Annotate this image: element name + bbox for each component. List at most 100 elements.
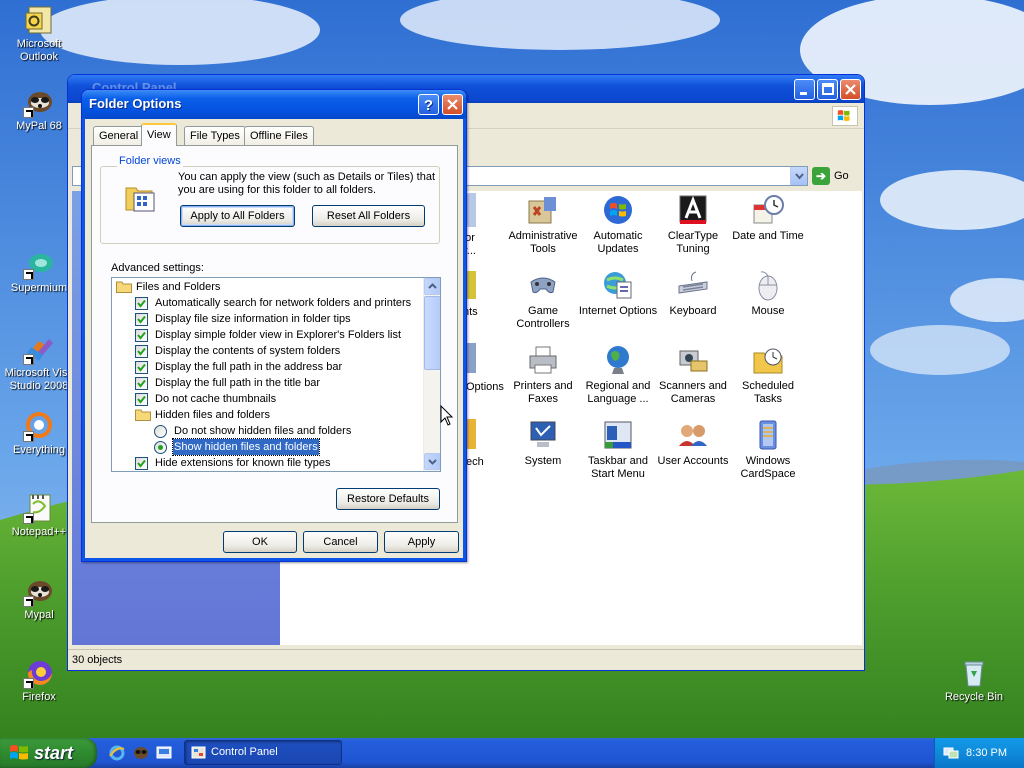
show-desktop-icon[interactable] [155,744,173,762]
tree-row-files-and-folders: Files and Folders [112,279,424,295]
status-bar: 30 objects [68,649,864,670]
taskbar-button-control-panel[interactable]: Control Panel [184,740,342,765]
close-button[interactable] [442,94,463,115]
close-button[interactable] [840,79,861,100]
radio-selected[interactable] [154,441,167,454]
restore-defaults-button[interactable]: Restore Defaults [336,488,440,510]
checkbox-checked[interactable] [135,329,148,342]
partial-item-label: Options [466,381,504,393]
game-controllers-icon [526,268,560,302]
apply-button[interactable]: Apply [384,531,459,553]
tree-row-radio[interactable]: Do not show hidden files and folders [112,423,424,439]
cp-item-scanners-and-cameras[interactable]: Scanners and Cameras [653,343,733,406]
clock[interactable]: 8:30 PM [966,747,1007,759]
desktop-icon-visual-studio-2008[interactable]: Microsoft Visu Studio 2008 [1,333,77,393]
tree-row-radio[interactable]: Show hidden files and folders [112,438,424,456]
maximize-button[interactable] [817,79,838,100]
tree-row-checkbox[interactable]: Automatically search for network folders… [112,295,424,311]
go-button[interactable]: ➔ Go [812,166,860,186]
checkbox-checked[interactable] [135,313,148,326]
scroll-down-button[interactable] [424,453,440,470]
checkbox-checked[interactable] [135,457,148,470]
cp-item-taskbar-and-start-menu[interactable]: Taskbar and Start Menu [578,418,658,481]
cp-item-cleartype-tuning[interactable]: ClearType Tuning [653,193,733,256]
desktop-icon-firefox[interactable]: Firefox [1,657,77,704]
recycle-bin-icon [958,657,990,689]
shortcut-arrow-icon [23,354,34,365]
tree-row-checkbox[interactable]: Hide extensions for known file types [112,455,424,471]
checkbox-checked[interactable] [135,361,148,374]
tree-row-hidden-files-folder: Hidden files and folders [112,407,424,423]
tab-general[interactable]: General [93,126,145,145]
cp-item-automatic-updates[interactable]: Automatic Updates [578,193,658,256]
folder-icon [135,409,151,421]
tree-row-checkbox[interactable]: Display simple folder view in Explorer's… [112,327,424,343]
cancel-button[interactable]: Cancel [303,531,378,553]
checkbox-checked[interactable] [135,393,148,406]
tree-row-checkbox[interactable]: Display the full path in the title bar [112,375,424,391]
cp-item-user-accounts[interactable]: User Accounts [653,418,733,468]
cp-item-keyboard[interactable]: Keyboard [653,268,733,318]
ok-button[interactable]: OK [223,531,297,553]
desktop-icon-label: Microsoft Visu Studio 2008 [4,367,74,392]
cp-item-windows-cardspace[interactable]: Windows CardSpace [728,418,808,481]
windows-flag-icon [10,745,28,760]
tree-row-checkbox[interactable]: Do not cache thumbnails [112,391,424,407]
desktop-icon-recycle-bin[interactable]: Recycle Bin [936,657,1012,704]
folder-views-description: You can apply the view (such as Details … [178,171,436,196]
go-label: Go [834,170,849,182]
tree-row-checkbox[interactable]: Display the contents of system folders [112,343,424,359]
help-button[interactable]: ? [418,94,439,115]
address-dropdown-button[interactable] [790,167,807,185]
cp-item-regional-and-language[interactable]: Regional and Language ... [578,343,658,406]
radio-unselected[interactable] [154,425,167,438]
cp-item-printers-and-faxes[interactable]: Printers and Faxes [503,343,583,406]
desktop-icon-everything[interactable]: Everything [1,410,77,457]
cp-item-administrative-tools[interactable]: Administrative Tools [503,193,583,256]
tab-view[interactable]: View [141,123,177,146]
checkbox-checked[interactable] [135,377,148,390]
mouse-icon [751,268,785,302]
desktop-icon-supermium[interactable]: Supermium [1,248,77,295]
scroll-up-button[interactable] [424,278,440,295]
cp-item-mouse[interactable]: Mouse [728,268,808,318]
cp-item-label: System [524,455,562,467]
shortcut-arrow-icon [23,513,34,524]
mypal-icon [23,86,55,118]
tree-row-checkbox[interactable]: Display the full path in the address bar [112,359,424,375]
mypal-icon [23,575,55,607]
desktop-icon-mypal[interactable]: Mypal [1,575,77,622]
supermium-icon [23,248,55,280]
cp-item-internet-options[interactable]: Internet Options [578,268,658,318]
reset-all-folders-button[interactable]: Reset All Folders [312,205,425,227]
cp-item-system[interactable]: System [503,418,583,468]
scheduled-tasks-icon [751,343,785,377]
network-tray-icon[interactable] [943,746,959,760]
tab-offline-files[interactable]: Offline Files [244,126,314,145]
advanced-settings-tree[interactable]: Files and Folders Automatically search f… [111,277,441,472]
cp-item-scheduled-tasks[interactable]: Scheduled Tasks [728,343,808,406]
dialog-titlebar[interactable]: Folder Options ? [82,90,466,119]
mypal-quicklaunch-icon[interactable] [132,744,150,762]
tree-row-checkbox[interactable]: Display file size information in folder … [112,311,424,327]
notepadpp-icon [23,492,55,524]
minimize-button[interactable] [794,79,815,100]
cardspace-icon [751,418,785,452]
tab-file-types[interactable]: File Types [184,126,246,145]
desktop-icon-label: MyPal 68 [16,120,62,132]
desktop-icon-notepadpp[interactable]: Notepad++ [1,492,77,539]
checkbox-checked[interactable] [135,345,148,358]
scanners-icon [676,343,710,377]
start-button[interactable]: start [0,738,97,768]
scrollbar-thumb[interactable] [424,296,440,370]
apply-to-all-folders-button[interactable]: Apply to All Folders [180,205,295,227]
dialog-title: Folder Options [89,96,182,111]
status-text: 30 objects [72,654,123,666]
internet-explorer-icon[interactable] [108,744,126,762]
desktop-icon-microsoft-outlook[interactable]: Microsoft Outlook [1,4,77,64]
checkbox-checked[interactable] [135,297,148,310]
desktop-icon-mypal-68[interactable]: MyPal 68 [1,86,77,133]
vertical-scrollbar[interactable] [423,278,440,471]
cp-item-game-controllers[interactable]: Game Controllers [503,268,583,331]
cp-item-date-and-time[interactable]: Date and Time [728,193,808,243]
